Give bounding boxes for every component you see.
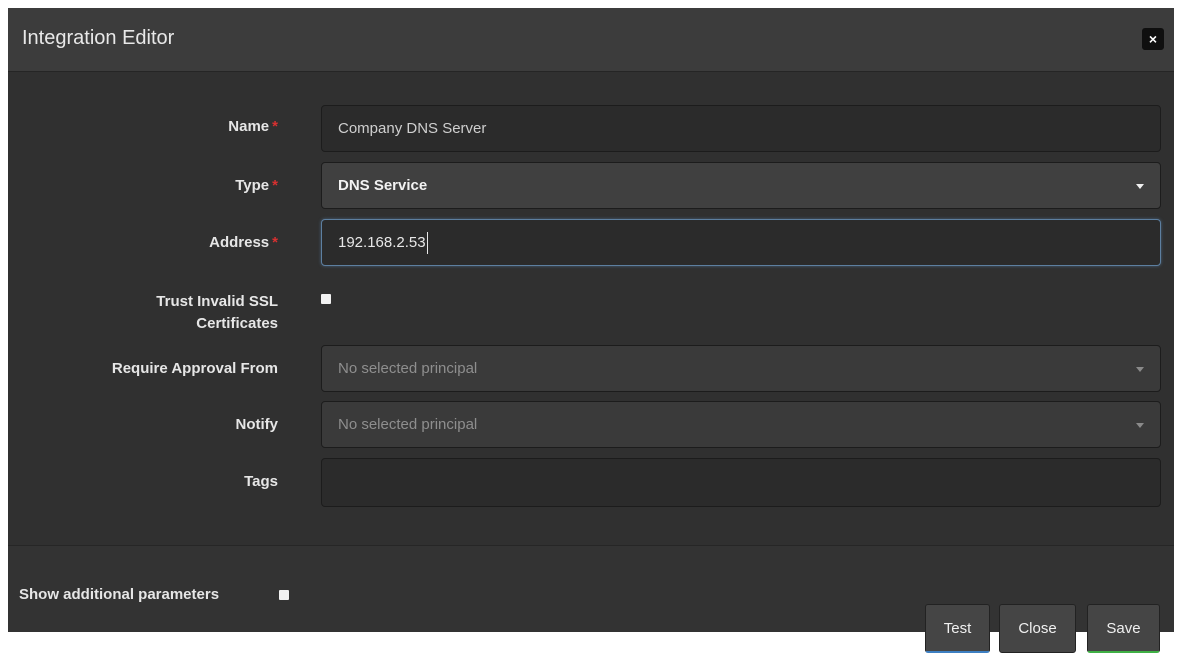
name-label-text: Name: [228, 118, 270, 135]
required-marker: *: [272, 177, 278, 194]
save-button[interactable]: Save: [1087, 604, 1160, 653]
chevron-down-icon: [1136, 367, 1144, 372]
require-approval-placeholder: No selected principal: [338, 360, 478, 377]
require-approval-select[interactable]: No selected principal: [321, 345, 1161, 392]
show-additional-parameters-label: Show additional parameters: [19, 586, 220, 603]
close-button[interactable]: Close: [999, 604, 1076, 653]
address-label-text: Address: [209, 234, 270, 251]
type-select[interactable]: DNS Service: [321, 162, 1161, 209]
test-button[interactable]: Test: [925, 604, 990, 653]
notify-select[interactable]: No selected principal: [321, 401, 1161, 448]
tags-input[interactable]: [321, 458, 1161, 507]
dialog-footer: Show additional parameters Test Close Sa…: [8, 545, 1174, 653]
type-label-text: Type: [235, 177, 270, 194]
type-select-value: DNS Service: [338, 177, 428, 194]
trust-ssl-label-line2: Certificates: [196, 315, 278, 332]
integration-editor-dialog: Integration Editor × Name * Company DNS S…: [8, 8, 1174, 653]
close-icon[interactable]: ×: [1142, 28, 1164, 50]
type-label: Type *: [8, 177, 278, 194]
notify-placeholder: No selected principal: [338, 416, 478, 433]
chevron-down-icon: [1136, 184, 1144, 189]
dialog-header: Integration Editor ×: [8, 8, 1174, 72]
address-input[interactable]: 192.168.2.53: [321, 219, 1161, 266]
name-input[interactable]: Company DNS Server: [321, 105, 1161, 152]
required-marker: *: [272, 118, 278, 135]
require-approval-label: Require Approval From: [111, 360, 278, 377]
chevron-down-icon: [1136, 423, 1144, 428]
notify-label: Notify: [235, 416, 279, 433]
address-input-value: 192.168.2.53: [338, 234, 426, 251]
name-input-value: Company DNS Server: [338, 120, 487, 137]
trust-ssl-label: Trust Invalid SSL Certificates: [8, 291, 278, 335]
trust-ssl-label-line1: Trust Invalid SSL: [156, 293, 278, 310]
name-label: Name *: [8, 118, 278, 135]
dialog-title: Integration Editor: [22, 27, 175, 49]
show-additional-parameters-checkbox[interactable]: [279, 590, 289, 600]
trust-ssl-checkbox[interactable]: [321, 294, 331, 304]
tags-label: Tags: [244, 473, 278, 490]
required-marker: *: [272, 234, 278, 251]
address-label: Address *: [8, 234, 278, 251]
